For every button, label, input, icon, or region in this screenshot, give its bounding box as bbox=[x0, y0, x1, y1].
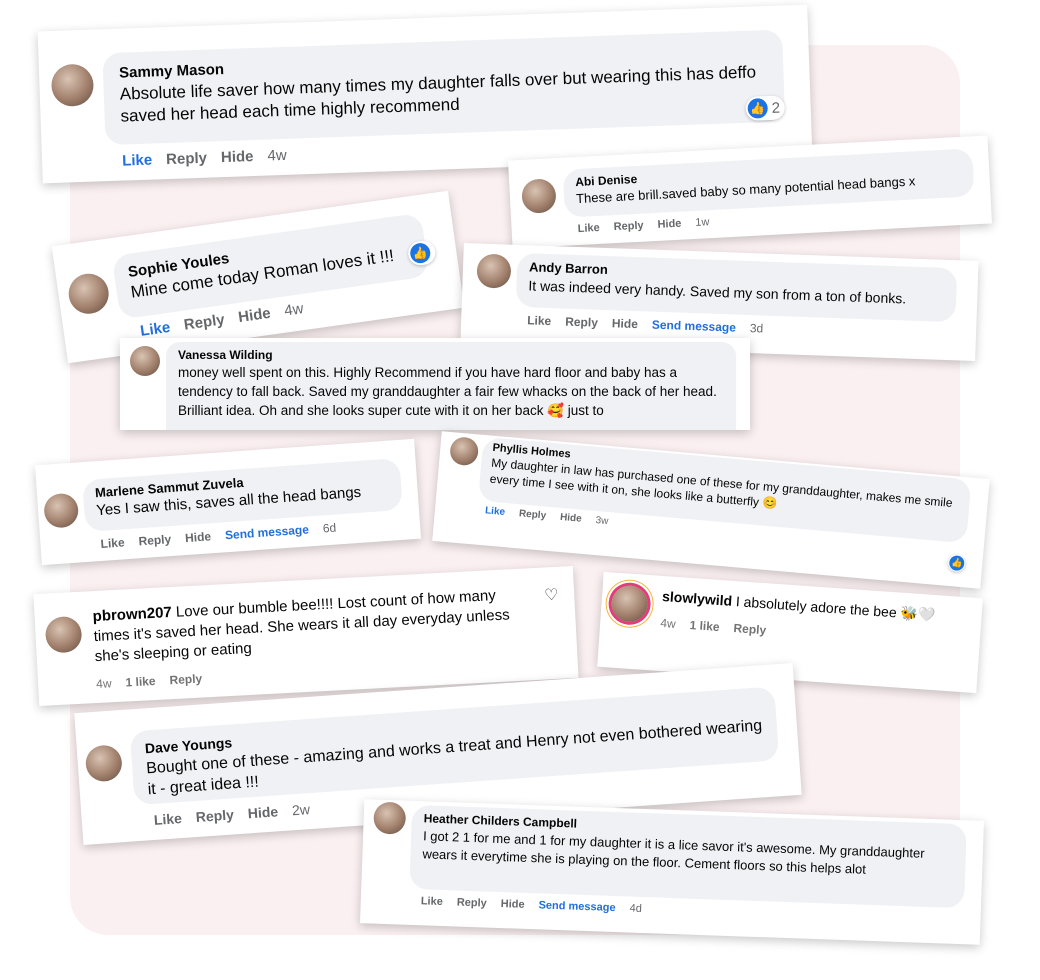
comment-bubble: Abi Denise These are brill.saved baby so… bbox=[562, 148, 975, 218]
hide-button[interactable]: Hide bbox=[221, 148, 254, 166]
reply-button[interactable]: Reply bbox=[183, 311, 226, 334]
comment-body: pbrown207 Love our bumble bee!!!! Lost c… bbox=[92, 585, 525, 667]
avatar[interactable] bbox=[476, 253, 512, 289]
timestamp: 4w bbox=[95, 676, 112, 692]
avatar[interactable] bbox=[130, 346, 160, 376]
thumbs-up-icon: 👍 bbox=[747, 98, 769, 119]
hide-button[interactable]: Hide bbox=[657, 218, 681, 231]
avatar[interactable] bbox=[50, 63, 95, 108]
reply-button[interactable]: Reply bbox=[613, 220, 644, 234]
thumbs-up-icon: 👍 bbox=[948, 555, 965, 572]
like-button[interactable]: Like bbox=[421, 895, 443, 908]
reply-button[interactable]: Reply bbox=[733, 621, 767, 637]
comment-card-heather-childers-campbell: Heather Childers Campbell I got 2 1 for … bbox=[360, 799, 984, 945]
reply-button[interactable]: Reply bbox=[457, 897, 487, 910]
send-message-button[interactable]: Send message bbox=[225, 522, 310, 542]
hide-button[interactable]: Hide bbox=[247, 803, 278, 821]
hide-button[interactable]: Hide bbox=[501, 898, 525, 911]
send-message-button[interactable]: Send message bbox=[538, 899, 615, 914]
comment-text: I absolutely adore the bee 🐝🤍 bbox=[735, 593, 936, 624]
comment-bubble: Heather Childers Campbell I got 2 1 for … bbox=[409, 804, 967, 909]
commenter-name[interactable]: slowlywild bbox=[662, 588, 733, 609]
like-button[interactable]: Like bbox=[577, 222, 600, 235]
comment-actions: Like Reply Hide Send message 4d bbox=[421, 895, 642, 915]
comment-actions: Like Reply Hide 2w bbox=[153, 801, 310, 828]
comment-bubble: Vanessa Wilding money well spent on this… bbox=[166, 342, 736, 430]
hide-button[interactable]: Hide bbox=[237, 305, 272, 326]
heart-icon[interactable]: ♡ bbox=[544, 585, 559, 606]
comment-bubble: Sammy Mason Absolute life saver how many… bbox=[102, 29, 786, 146]
comment-actions: Like Reply Hide Send message 3d bbox=[527, 313, 763, 335]
reply-button[interactable]: Reply bbox=[565, 315, 598, 330]
timestamp: 4w bbox=[267, 146, 287, 165]
likes-count[interactable]: 1 like bbox=[689, 618, 720, 634]
timestamp: 1w bbox=[695, 216, 710, 229]
timestamp: 3d bbox=[749, 321, 764, 336]
comment-bubble: Andy Barron It was indeed very handy. Sa… bbox=[515, 252, 958, 323]
avatar[interactable] bbox=[521, 178, 557, 214]
reply-button[interactable]: Reply bbox=[166, 150, 207, 168]
comment-actions: Like Reply Hide 4w bbox=[122, 147, 287, 170]
commenter-name[interactable]: Vanessa Wilding bbox=[178, 348, 724, 362]
thumbs-up-icon: 👍 bbox=[408, 241, 432, 265]
timestamp: 4w bbox=[659, 615, 677, 631]
reply-button[interactable]: Reply bbox=[138, 532, 172, 548]
comment-bubble: Dave Youngs Bought one of these - amazin… bbox=[129, 686, 780, 806]
like-button[interactable]: Like bbox=[527, 313, 551, 328]
reply-button[interactable]: Reply bbox=[169, 672, 202, 688]
like-button[interactable]: Like bbox=[485, 505, 506, 518]
timestamp: 6d bbox=[322, 520, 337, 536]
avatar[interactable] bbox=[66, 271, 112, 317]
hide-button[interactable]: Hide bbox=[612, 316, 638, 331]
timestamp: 3w bbox=[595, 515, 609, 528]
like-button[interactable]: Like bbox=[122, 152, 153, 170]
timestamp: 2w bbox=[291, 801, 311, 819]
comment-bubble: Marlene Sammut Zuvela Yes I saw this, sa… bbox=[82, 457, 403, 532]
avatar[interactable] bbox=[610, 584, 649, 623]
like-button[interactable]: Like bbox=[153, 810, 182, 828]
like-button[interactable]: Like bbox=[100, 535, 125, 551]
likes-count[interactable]: 1 like bbox=[125, 674, 156, 690]
reply-button[interactable]: Reply bbox=[518, 508, 546, 521]
comment-text: Love our bumble bee!!!! Lost count of ho… bbox=[93, 587, 511, 666]
comment-text: money well spent on this. Highly Recomme… bbox=[178, 365, 717, 418]
avatar[interactable] bbox=[43, 492, 80, 529]
reaction-count[interactable]: 👍 2 bbox=[745, 95, 786, 121]
commenter-name[interactable]: pbrown207 bbox=[92, 604, 172, 625]
reply-button[interactable]: Reply bbox=[195, 806, 234, 825]
send-message-button[interactable]: Send message bbox=[652, 318, 736, 335]
timestamp: 4w bbox=[283, 300, 305, 320]
like-button[interactable]: Like bbox=[139, 319, 171, 340]
comment-actions: 4w 1 like Reply bbox=[96, 672, 203, 692]
avatar[interactable] bbox=[84, 744, 124, 783]
avatar[interactable] bbox=[373, 801, 407, 835]
reaction-count[interactable]: 👍 bbox=[947, 553, 967, 573]
comment-actions: 4w 1 like Reply bbox=[660, 616, 767, 637]
hide-button[interactable]: Hide bbox=[185, 529, 212, 545]
comment-actions: Like Reply Hide 1w bbox=[577, 216, 709, 235]
comment-card-vanessa-wilding: Vanessa Wilding money well spent on this… bbox=[120, 338, 750, 430]
hide-button[interactable]: Hide bbox=[560, 512, 583, 525]
avatar[interactable] bbox=[449, 436, 480, 467]
timestamp: 4d bbox=[629, 902, 643, 915]
avatar[interactable] bbox=[44, 615, 83, 654]
